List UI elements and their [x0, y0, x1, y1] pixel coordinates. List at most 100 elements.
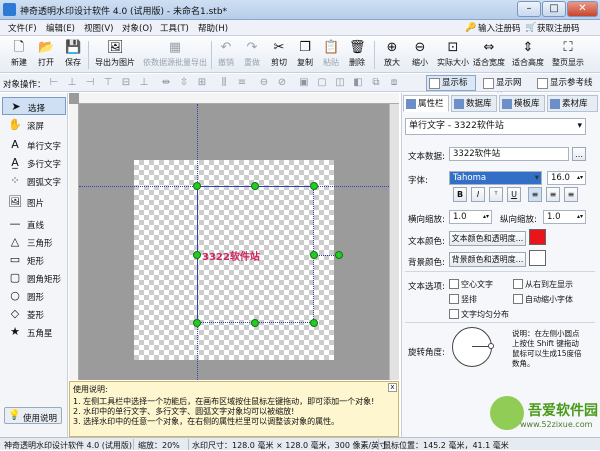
- bg-color-swatch[interactable]: [529, 250, 546, 266]
- tab-properties[interactable]: 属性栏: [403, 95, 449, 112]
- menu-help[interactable]: 帮助(H): [198, 22, 228, 34]
- same-size-icon[interactable]: ⊞: [196, 77, 208, 89]
- font-select[interactable]: Tahoma ▾: [449, 171, 542, 185]
- center-h-icon[interactable]: ⊖: [258, 77, 270, 89]
- paste-button[interactable]: 📋 粘贴: [318, 39, 344, 71]
- tool-image[interactable]: 🖼 图片: [2, 193, 66, 211]
- italic-button[interactable]: I: [471, 187, 485, 202]
- align-right-button[interactable]: ≡: [564, 187, 578, 202]
- text-data-input[interactable]: 3322软件站: [449, 147, 569, 161]
- align-middle-icon[interactable]: ⊟: [120, 77, 132, 89]
- resize-handle-top-left[interactable]: [193, 182, 201, 190]
- align-bottom-icon[interactable]: ⊥: [138, 77, 150, 89]
- cut-button[interactable]: ✂ 剪切: [266, 39, 292, 71]
- watermark-text-object[interactable]: 3322软件站: [202, 248, 260, 263]
- minimize-button[interactable]: –: [517, 1, 541, 17]
- maximize-button[interactable]: □: [542, 1, 566, 17]
- align-center-button[interactable]: ≡: [546, 187, 560, 202]
- menu-view[interactable]: 视图(V): [84, 22, 113, 34]
- enter-register-code-link[interactable]: 输入注册码: [478, 22, 521, 34]
- tool-line[interactable]: — 直线: [2, 215, 66, 233]
- export-image-button[interactable]: 🖼 导出为图片: [93, 39, 137, 71]
- undo-button[interactable]: ↶ 撤销: [213, 39, 239, 71]
- underline-button[interactable]: U: [507, 187, 521, 202]
- send-back-icon[interactable]: ▢: [316, 77, 328, 89]
- tool-select[interactable]: ➤ 选择: [2, 97, 66, 115]
- get-register-code-link[interactable]: 获取注册码: [537, 22, 580, 34]
- actual-size-button[interactable]: ⊡ 实际大小: [436, 39, 470, 71]
- vertical-scale-input[interactable]: 1.0 ▴▾: [543, 210, 586, 224]
- align-center-icon[interactable]: ⊥: [66, 77, 78, 89]
- resize-handle-left[interactable]: [193, 251, 201, 259]
- help-close-button[interactable]: x: [388, 383, 397, 392]
- font-size-input[interactable]: 16.0 ▴▾: [547, 171, 586, 185]
- copy-button[interactable]: ❐ 复制: [292, 39, 318, 71]
- save-button[interactable]: 💾 保存: [56, 39, 90, 71]
- tool-triangle[interactable]: △ 三角形: [2, 233, 66, 251]
- center-v-icon[interactable]: ⊘: [276, 77, 288, 89]
- fit-height-button[interactable]: ⇕ 适合高度: [510, 39, 546, 71]
- bg-color-button[interactable]: 背景颜色和透明度...: [449, 252, 526, 267]
- tool-circle[interactable]: ○ 圆形: [2, 287, 66, 305]
- tool-diamond[interactable]: ◇ 菱形: [2, 305, 66, 323]
- bring-forward-icon[interactable]: ◫: [334, 77, 346, 89]
- show-guides-toggle[interactable]: 显示参考线: [534, 75, 598, 91]
- resize-handle-right[interactable]: [310, 251, 318, 259]
- align-left-icon[interactable]: ⊢: [48, 77, 60, 89]
- fit-width-button[interactable]: ⇔ 适合宽度: [471, 39, 507, 71]
- resize-handle-top-right[interactable]: [310, 182, 318, 190]
- send-backward-icon[interactable]: ◧: [352, 77, 364, 89]
- align-right-icon[interactable]: ⊣: [84, 77, 96, 89]
- align-left-button[interactable]: ≡: [528, 187, 542, 202]
- resize-handle-top[interactable]: [251, 182, 259, 190]
- vertical-text-checkbox[interactable]: 竖排: [449, 294, 477, 305]
- menu-tools[interactable]: 工具(T): [160, 22, 189, 34]
- resize-handle-bottom-right[interactable]: [310, 319, 318, 327]
- same-width-icon[interactable]: ⇹: [160, 77, 172, 89]
- object-selector[interactable]: 单行文字 - 3322软件站 ▾: [405, 118, 586, 135]
- redo-button[interactable]: ↷ 重做: [239, 39, 265, 71]
- bring-front-icon[interactable]: ▣: [298, 77, 310, 89]
- resize-handle-bottom[interactable]: [251, 319, 259, 327]
- text-color-button[interactable]: 文本颜色和透明度...: [449, 231, 526, 246]
- rotation-handle[interactable]: [335, 251, 343, 259]
- rotation-dial-handle[interactable]: [488, 343, 494, 349]
- batch-export-button[interactable]: ▦ 依数据源批量导出: [141, 39, 209, 71]
- group-icon[interactable]: ⧉: [370, 77, 382, 89]
- tool-scroll[interactable]: ✋ 滚屏: [2, 116, 66, 134]
- distribute-v-icon[interactable]: ≡: [236, 77, 248, 89]
- tool-star[interactable]: ★ 五角星: [2, 323, 66, 341]
- close-button[interactable]: ✕: [567, 1, 598, 17]
- auto-shrink-checkbox[interactable]: 自动缩小字体: [513, 294, 573, 305]
- hollow-text-checkbox[interactable]: 空心文字: [449, 279, 493, 290]
- menu-file[interactable]: 文件(F): [8, 22, 37, 34]
- tool-rounded-rectangle[interactable]: ▢ 圆角矩形: [2, 269, 66, 287]
- horizontal-scale-input[interactable]: 1.0 ▴▾: [449, 210, 492, 224]
- show-ruler-toggle[interactable]: 显示标尺: [426, 75, 476, 103]
- show-grid-toggle[interactable]: 显示网格: [480, 75, 530, 103]
- resize-handle-bottom-left[interactable]: [193, 319, 201, 327]
- tool-multi-line-text[interactable]: A̲ 多行文字: [2, 154, 66, 172]
- fit-page-button[interactable]: ⛶ 整页显示: [550, 39, 586, 71]
- distribute-h-icon[interactable]: ⫼: [218, 77, 230, 89]
- tool-arc-text[interactable]: ⁘ 圆弧文字: [2, 172, 66, 190]
- tool-rectangle[interactable]: ▭ 矩形: [2, 251, 66, 269]
- canvas-scrollbar[interactable]: [389, 104, 399, 380]
- zoom-out-button[interactable]: ⊖ 缩小: [406, 39, 434, 71]
- menu-edit[interactable]: 编辑(E): [46, 22, 75, 34]
- tab-materials[interactable]: 素材库: [547, 95, 598, 112]
- strikethrough-button[interactable]: ᵀ: [489, 187, 503, 202]
- text-color-swatch[interactable]: [529, 229, 546, 245]
- help-button[interactable]: 💡 使用说明: [4, 407, 62, 424]
- distribute-text-checkbox[interactable]: 文字均匀分布: [449, 309, 509, 320]
- tab-templates[interactable]: 模板库: [499, 95, 545, 112]
- menu-object[interactable]: 对象(O): [122, 22, 152, 34]
- bold-button[interactable]: B: [453, 187, 467, 202]
- text-data-more-button[interactable]: …: [572, 147, 586, 161]
- tab-database[interactable]: 数据库: [451, 95, 497, 112]
- align-top-icon[interactable]: ⊤: [102, 77, 114, 89]
- same-height-icon[interactable]: ⇳: [178, 77, 190, 89]
- zoom-in-button[interactable]: ⊕ 放大: [378, 39, 406, 71]
- tool-single-line-text[interactable]: A 单行文字: [2, 136, 66, 154]
- delete-button[interactable]: 🗑 删除: [344, 39, 370, 71]
